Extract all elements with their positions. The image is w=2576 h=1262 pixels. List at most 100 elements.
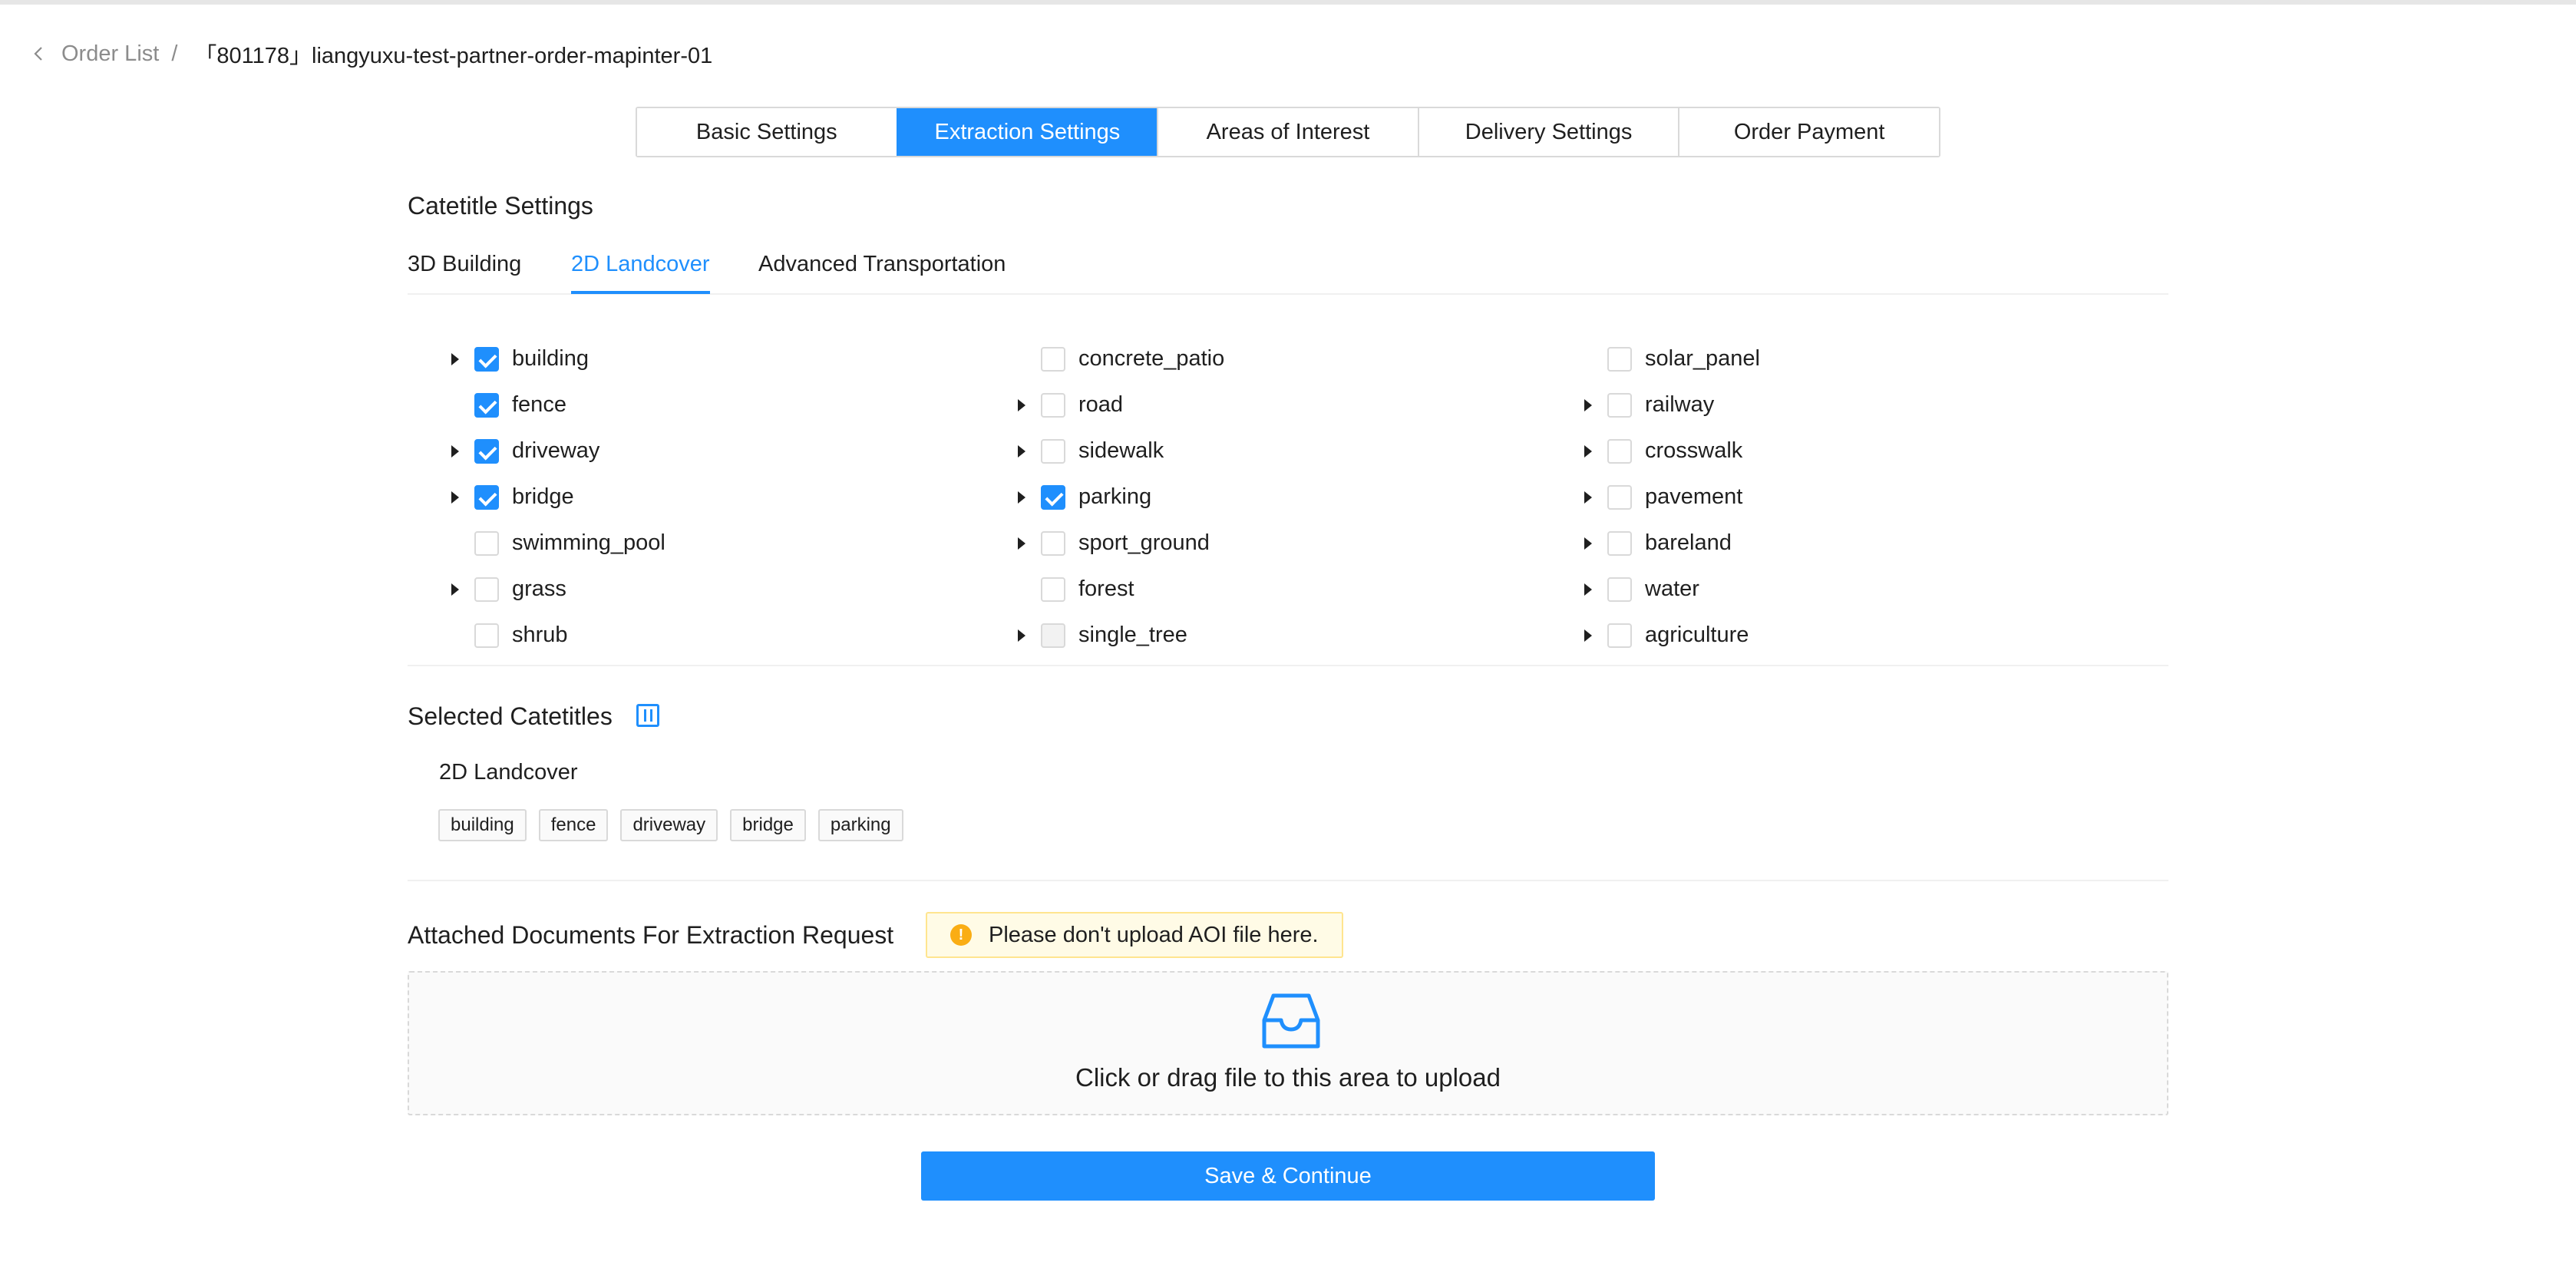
- exclamation-circle-icon: !: [950, 924, 972, 946]
- selected-group-label: 2D Landcover: [439, 760, 578, 785]
- caret-right-icon[interactable]: [1584, 491, 1592, 504]
- checkbox-label[interactable]: road: [1078, 392, 1123, 418]
- checkbox[interactable]: [1607, 623, 1632, 648]
- checkbox[interactable]: [1607, 577, 1632, 602]
- caret-right-icon[interactable]: [1584, 445, 1592, 458]
- settings-icon[interactable]: [636, 704, 659, 727]
- checkbox-label[interactable]: parking: [1078, 484, 1151, 510]
- selected-tag: bridge: [730, 809, 806, 841]
- checkbox[interactable]: [474, 577, 499, 602]
- caret-right-icon[interactable]: [1018, 445, 1025, 458]
- caret-right-icon[interactable]: [1018, 491, 1025, 504]
- caret-right-icon[interactable]: [451, 491, 459, 504]
- checkbox-label[interactable]: grass: [512, 576, 566, 602]
- catetitle-settings-title: Catetitle Settings: [408, 192, 593, 220]
- caret-right-icon[interactable]: [451, 353, 459, 365]
- tab-areas-of-interest[interactable]: Areas of Interest: [1157, 108, 1418, 156]
- checkbox[interactable]: [1041, 531, 1065, 556]
- tab-2d-landcover[interactable]: 2D Landcover: [571, 252, 710, 294]
- warning-text: Please don't upload AOI file here.: [989, 922, 1319, 947]
- checkbox-label[interactable]: forest: [1078, 576, 1134, 602]
- caret-right-icon[interactable]: [1018, 399, 1025, 411]
- tab-delivery-settings[interactable]: Delivery Settings: [1417, 108, 1679, 156]
- caret-right-icon[interactable]: [1018, 537, 1025, 550]
- checkbox-label[interactable]: agriculture: [1645, 623, 1749, 648]
- checkbox-label[interactable]: single_tree: [1078, 623, 1187, 648]
- selected-tag: fence: [538, 809, 609, 841]
- checkbox-item: road: [974, 382, 1511, 428]
- checkbox-item: fence: [408, 382, 945, 428]
- checkbox[interactable]: [1041, 485, 1065, 510]
- checkbox[interactable]: [474, 393, 499, 418]
- checkbox[interactable]: [1607, 393, 1632, 418]
- checkbox-item: bridge: [408, 474, 945, 520]
- step-tabs: Basic Settings Extraction Settings Areas…: [636, 107, 1940, 157]
- checkbox[interactable]: [1041, 439, 1065, 464]
- checkbox[interactable]: [1607, 439, 1632, 464]
- checkbox[interactable]: [1607, 347, 1632, 372]
- checkbox[interactable]: [1041, 347, 1065, 372]
- tab-extraction-settings[interactable]: Extraction Settings: [896, 108, 1158, 156]
- checkbox-label[interactable]: swimming_pool: [512, 530, 665, 556]
- checkbox-label[interactable]: railway: [1645, 392, 1714, 418]
- breadcrumb-separator: /: [171, 41, 178, 66]
- back-link[interactable]: Order List: [31, 41, 159, 67]
- checkbox-item: forest: [974, 567, 1511, 613]
- checkbox-item: crosswalk: [1541, 428, 2078, 474]
- checkbox-item: sidewalk: [974, 428, 1511, 474]
- checkbox-label[interactable]: driveway: [512, 438, 599, 464]
- checkbox-label[interactable]: pavement: [1645, 484, 1742, 510]
- checkbox[interactable]: [474, 623, 499, 648]
- selected-catetitles-title: Selected Catetitles: [408, 702, 613, 730]
- tab-advanced-transportation[interactable]: Advanced Transportation: [758, 252, 1006, 291]
- selected-tag: parking: [817, 809, 903, 841]
- checkbox-label[interactable]: building: [512, 346, 589, 372]
- checkbox-label[interactable]: concrete_patio: [1078, 346, 1224, 372]
- checkbox[interactable]: [474, 439, 499, 464]
- checkbox-item: pavement: [1541, 474, 2078, 520]
- checkbox-label[interactable]: bareland: [1645, 530, 1732, 556]
- upload-dropzone[interactable]: Click or drag file to this area to uploa…: [408, 971, 2168, 1115]
- tab-basic-settings[interactable]: Basic Settings: [637, 108, 897, 156]
- checkbox[interactable]: [1607, 485, 1632, 510]
- tab-3d-building[interactable]: 3D Building: [408, 252, 521, 291]
- checkbox-item: shrub: [408, 613, 945, 659]
- checkbox[interactable]: [474, 485, 499, 510]
- caret-right-icon[interactable]: [451, 445, 459, 458]
- checkbox-label[interactable]: sport_ground: [1078, 530, 1210, 556]
- caret-right-icon[interactable]: [1584, 399, 1592, 411]
- checkbox[interactable]: [1607, 531, 1632, 556]
- checkbox-label[interactable]: sidewalk: [1078, 438, 1164, 464]
- checkbox-label[interactable]: water: [1645, 576, 1699, 602]
- category-checkbox-grid: building fence driveway bridge swimming_pool…: [408, 336, 2168, 666]
- caret-right-icon[interactable]: [451, 583, 459, 596]
- checkbox[interactable]: [1041, 577, 1065, 602]
- save-continue-button[interactable]: Save & Continue: [921, 1151, 1655, 1201]
- checkbox-item: sport_ground: [974, 520, 1511, 567]
- selected-tags: building fence driveway bridge parking: [438, 809, 903, 841]
- checkbox-label[interactable]: solar_panel: [1645, 346, 1760, 372]
- tab-order-payment[interactable]: Order Payment: [1678, 108, 1939, 156]
- caret-right-icon[interactable]: [1018, 629, 1025, 642]
- back-link-label: Order List: [61, 41, 160, 66]
- checkbox-item: railway: [1541, 382, 2078, 428]
- checkbox[interactable]: [474, 531, 499, 556]
- chevron-left-icon: [34, 47, 42, 61]
- selected-tag: building: [438, 809, 527, 841]
- checkbox-item: single_tree: [974, 613, 1511, 659]
- checkbox-item: solar_panel: [1541, 336, 2078, 382]
- checkbox-item: agriculture: [1541, 613, 2078, 659]
- caret-right-icon[interactable]: [1584, 537, 1592, 550]
- aoi-warning-alert: ! Please don't upload AOI file here.: [926, 912, 1343, 958]
- checkbox[interactable]: [474, 347, 499, 372]
- inbox-icon: [1262, 993, 1320, 1049]
- checkbox-label[interactable]: crosswalk: [1645, 438, 1742, 464]
- checkbox-item: parking: [974, 474, 1511, 520]
- checkbox-label[interactable]: fence: [512, 392, 566, 418]
- caret-right-icon[interactable]: [1584, 629, 1592, 642]
- checkbox-label[interactable]: shrub: [512, 623, 568, 648]
- caret-right-icon[interactable]: [1584, 583, 1592, 596]
- checkbox[interactable]: [1041, 393, 1065, 418]
- checkbox[interactable]: [1041, 623, 1065, 648]
- checkbox-label[interactable]: bridge: [512, 484, 574, 510]
